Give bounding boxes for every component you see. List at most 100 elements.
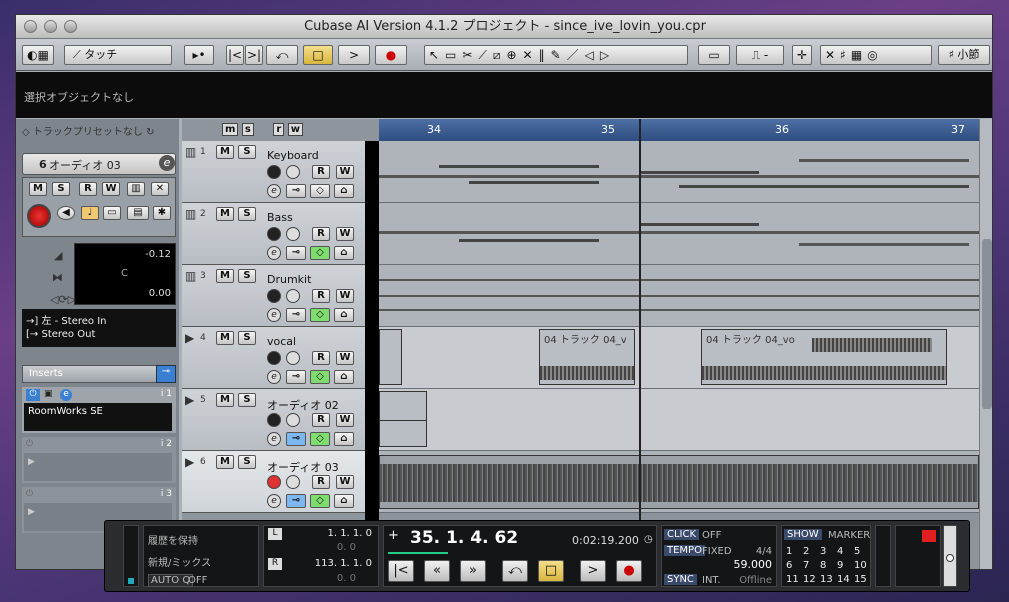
track-edit-button[interactable]: e bbox=[267, 308, 281, 322]
track-eq-bypass-button[interactable]: ◇ bbox=[310, 432, 330, 446]
track-record-enable-button[interactable] bbox=[267, 227, 281, 241]
vertical-scroll-thumb[interactable] bbox=[982, 239, 992, 409]
transport-cycle-button[interactable]: ⤺ bbox=[502, 560, 528, 582]
track-monitor-button[interactable] bbox=[286, 227, 300, 241]
automation-mode-select[interactable]: ⟋ タッチ bbox=[64, 45, 172, 65]
inspector-folder-button[interactable]: ▭ bbox=[103, 206, 121, 220]
zoom-window-button[interactable] bbox=[64, 20, 77, 33]
insert1-slot[interactable]: RoomWorks SE bbox=[24, 403, 172, 431]
global-mute-button[interactable]: m bbox=[222, 123, 239, 136]
track-header[interactable]: ▥ 3 M S Drumkit R We ⊸ ◇ ⌂ bbox=[182, 265, 379, 327]
track-name[interactable]: Keyboard bbox=[267, 149, 319, 162]
track-write-button[interactable]: W bbox=[336, 351, 354, 365]
track-solo-button[interactable]: S bbox=[238, 145, 256, 159]
inspector-write-button[interactable]: W bbox=[102, 182, 120, 196]
track-record-enable-button[interactable] bbox=[267, 475, 281, 489]
marker-button[interactable]: 3 bbox=[820, 546, 826, 557]
insert1-edit-icon[interactable]: e bbox=[60, 389, 72, 401]
inspector-lanes-button[interactable]: ▥ bbox=[127, 182, 145, 196]
track-solo-button[interactable]: S bbox=[238, 331, 256, 345]
time-signature[interactable]: 4/4 bbox=[756, 546, 772, 557]
inspector-toggle-button[interactable]: ◐▦ bbox=[22, 45, 54, 65]
track-insert-bypass-button[interactable]: ⊸ bbox=[286, 494, 306, 508]
track-send-button[interactable]: ⌂ bbox=[334, 370, 354, 384]
global-solo-button[interactable]: s bbox=[241, 123, 254, 136]
event-display[interactable]: 04 トラック 04_v 04 トラック 04_vo bbox=[379, 119, 979, 569]
track-read-button[interactable]: R bbox=[312, 351, 330, 365]
marker-button[interactable]: 8 bbox=[820, 560, 826, 571]
marker-button[interactable]: 11 bbox=[786, 574, 799, 585]
track-list-toolbar[interactable]: m s r w bbox=[222, 123, 304, 136]
tool-buttons[interactable]: ↖▭✂⟋⧄⊕✕‖✎／◁▷ bbox=[424, 45, 688, 65]
inspector-track-name-box[interactable]: 6 オーディオ 03 e bbox=[22, 153, 176, 175]
inspector-read-button[interactable]: R bbox=[79, 182, 97, 196]
track-mute-button[interactable]: M bbox=[216, 145, 234, 159]
record-mode-new-mix[interactable]: 新規/ミックス bbox=[148, 554, 211, 569]
track-monitor-button[interactable] bbox=[286, 165, 300, 179]
inserts-bypass-button[interactable]: ⊸ bbox=[156, 365, 176, 383]
track-insert-bypass-button[interactable]: ⊸ bbox=[286, 308, 306, 322]
stop-button[interactable]: □ bbox=[303, 45, 333, 65]
track-record-enable-button[interactable] bbox=[267, 165, 281, 179]
track-insert-bypass-button[interactable]: ⊸ bbox=[286, 184, 306, 198]
quantize-tools[interactable]: ✕♯▦◎ bbox=[820, 45, 932, 65]
track-mute-button[interactable]: M bbox=[216, 269, 234, 283]
track-send-button[interactable]: ⌂ bbox=[334, 246, 354, 260]
track-header[interactable]: ▶ 4 M Svocal R We ⊸ ◇ ⌂ bbox=[182, 327, 379, 389]
sync-label[interactable]: SYNC bbox=[664, 574, 697, 585]
track-write-button[interactable]: W bbox=[336, 165, 354, 179]
track-insert-bypass-button[interactable]: ⊸ bbox=[286, 432, 306, 446]
marker-button[interactable]: 15 bbox=[854, 574, 867, 585]
track-read-button[interactable]: R bbox=[312, 165, 330, 179]
project-cursor[interactable] bbox=[639, 119, 641, 569]
track-send-button[interactable]: ⌂ bbox=[334, 308, 354, 322]
track-header[interactable]: ▥ 1 M S Keyboard R We ⊸ ◇ ⌂ bbox=[182, 141, 379, 203]
snap-on-button[interactable]: ✛ bbox=[792, 45, 812, 65]
track-write-button[interactable]: W bbox=[336, 289, 354, 303]
track-name[interactable]: vocal bbox=[267, 335, 296, 348]
edit-channel-icon[interactable]: e bbox=[159, 155, 175, 171]
show-markers-button[interactable]: SHOW bbox=[784, 529, 822, 540]
transport-forward-button[interactable]: » bbox=[460, 560, 486, 582]
inspector-monitor-button[interactable]: ◀ bbox=[57, 206, 75, 220]
insert1-power-icon[interactable]: ⏻ bbox=[26, 389, 40, 401]
marker-button[interactable]: 7 bbox=[803, 560, 809, 571]
track-read-button[interactable]: R bbox=[312, 227, 330, 241]
insert3-power-icon[interactable]: ⏻ bbox=[26, 489, 33, 499]
track-eq-bypass-button[interactable]: ◇ bbox=[310, 246, 330, 260]
marker-button[interactable]: 9 bbox=[837, 560, 843, 571]
insert1-bypass-icon[interactable]: ▣ bbox=[44, 389, 53, 399]
track-edit-button[interactable]: e bbox=[267, 432, 281, 446]
insert2-power-icon[interactable]: ⏻ bbox=[26, 439, 33, 449]
transport-go-start-button[interactable]: |< bbox=[388, 560, 414, 582]
inspector-mute-button[interactable]: M bbox=[29, 182, 47, 196]
inserts-section-header[interactable]: Inserts bbox=[22, 365, 176, 383]
transport-stop-button[interactable]: □ bbox=[538, 560, 564, 582]
track-header[interactable]: ▥ 2 M S Bass R We ⊸ ◇ ⌂ bbox=[182, 203, 379, 265]
marker-button[interactable]: 4 bbox=[837, 546, 843, 557]
transport-record-button[interactable]: ● bbox=[616, 560, 642, 582]
track-solo-button[interactable]: S bbox=[238, 393, 256, 407]
minimize-window-button[interactable] bbox=[44, 20, 57, 33]
track-write-button[interactable]: W bbox=[336, 227, 354, 241]
track-insert-bypass-button[interactable]: ⊸ bbox=[286, 370, 306, 384]
track-name[interactable]: Bass bbox=[267, 211, 293, 224]
track-edit-button[interactable]: e bbox=[267, 494, 281, 508]
vertical-zoom-scroll[interactable] bbox=[979, 119, 992, 569]
audio02-part[interactable] bbox=[379, 391, 427, 447]
click-label[interactable]: CLICK bbox=[664, 529, 700, 540]
track-edit-button[interactable]: e bbox=[267, 184, 281, 198]
timeline-ruler[interactable]: 34 35 36 37 bbox=[379, 119, 979, 141]
track-eq-bypass-button[interactable]: ◇ bbox=[310, 370, 330, 384]
marker-button[interactable]: 14 bbox=[837, 574, 850, 585]
grid-select[interactable]: ♯ 小節 bbox=[938, 45, 990, 65]
record-mode-keep-history[interactable]: 履歴を保持 bbox=[148, 532, 198, 547]
left-locator-button[interactable]: L bbox=[268, 528, 282, 540]
vocal-part-2[interactable]: 04 トラック 04_vo bbox=[701, 329, 947, 385]
track-solo-button[interactable]: S bbox=[238, 455, 256, 469]
track-send-button[interactable]: ⌂ bbox=[334, 494, 354, 508]
cycle-button[interactable]: ⤺ bbox=[266, 45, 298, 65]
marker-button[interactable]: 1 bbox=[786, 546, 792, 557]
position-plus[interactable]: + bbox=[388, 528, 399, 543]
track-mute-button[interactable]: M bbox=[216, 455, 234, 469]
